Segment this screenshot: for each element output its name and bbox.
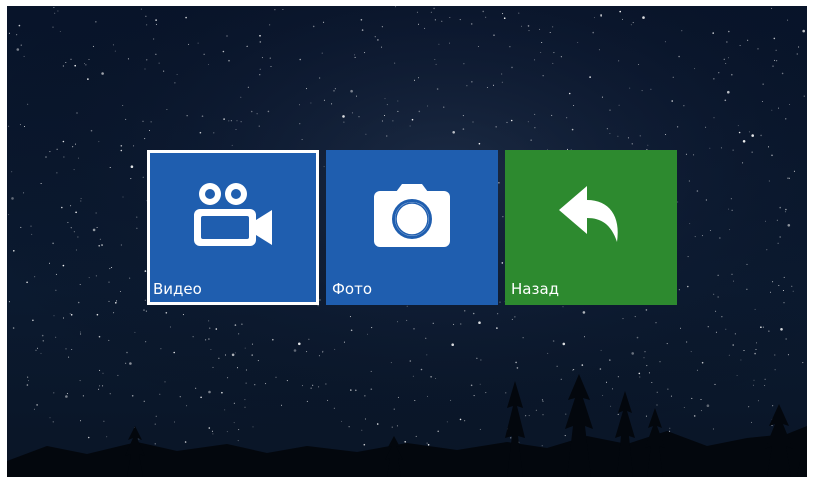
camera-icon	[326, 180, 498, 252]
back-arrow-icon	[505, 180, 677, 252]
device-screen: Видео Фото Назад	[7, 6, 807, 477]
photo-tile[interactable]: Фото	[326, 150, 498, 305]
video-tile[interactable]: Видео	[147, 150, 319, 305]
photo-tile-label: Фото	[332, 280, 373, 298]
back-tile[interactable]: Назад	[505, 150, 677, 305]
video-tile-label: Видео	[153, 280, 202, 298]
video-camera-icon	[150, 180, 316, 252]
back-tile-label: Назад	[511, 280, 560, 298]
